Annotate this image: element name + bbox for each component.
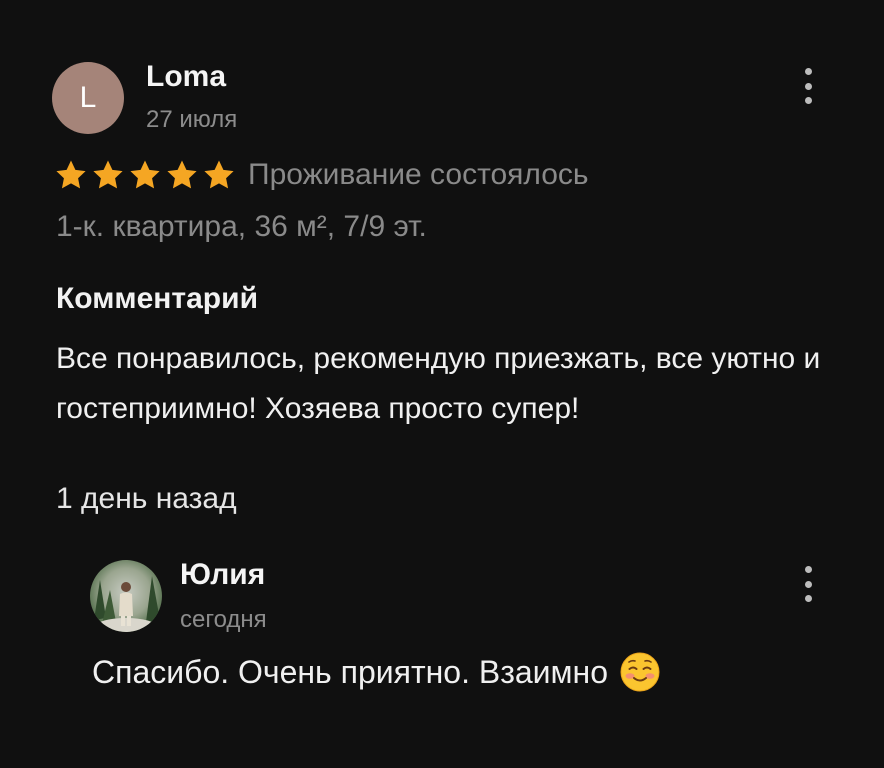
more-vertical-icon[interactable] [796, 566, 820, 602]
star-icon [204, 160, 234, 189]
rating-stars [54, 158, 236, 192]
reply-date: сегодня [180, 606, 267, 633]
review-time-ago: 1 день назад [56, 482, 237, 515]
comment-heading: Комментарий [56, 282, 259, 315]
rating-row: Проживание состоялось [54, 152, 589, 198]
apartment-info: 1-к. квартира, 36 м², 7/9 эт. [56, 210, 427, 243]
comment-text: Все понравилось, рекомендую приезжать, в… [56, 342, 821, 425]
author-avatar[interactable]: L [52, 62, 124, 134]
review-card: L Loma 27 июля Проживание состоялось 1-к… [0, 0, 884, 768]
author-name[interactable]: Loma [146, 60, 226, 94]
reply-author-name[interactable]: Юлия [180, 558, 265, 592]
person-photo-icon [94, 576, 160, 632]
author-avatar-initial: L [79, 81, 97, 114]
reply-text: Спасибо. Очень приятно. Взаимно [92, 653, 608, 690]
star-icon [130, 160, 160, 189]
more-vertical-icon[interactable] [796, 68, 820, 104]
review-date: 27 июля [146, 106, 238, 133]
star-icon [56, 160, 86, 189]
smiling-face-with-blush-emoji-icon [620, 652, 660, 692]
stay-status: Проживание состоялось [248, 158, 589, 191]
star-icon [93, 160, 123, 189]
reply-author-avatar[interactable] [90, 560, 162, 632]
star-icon [167, 160, 197, 189]
reply-text-row: Спасибо. Очень приятно. Взаимно [92, 652, 660, 692]
